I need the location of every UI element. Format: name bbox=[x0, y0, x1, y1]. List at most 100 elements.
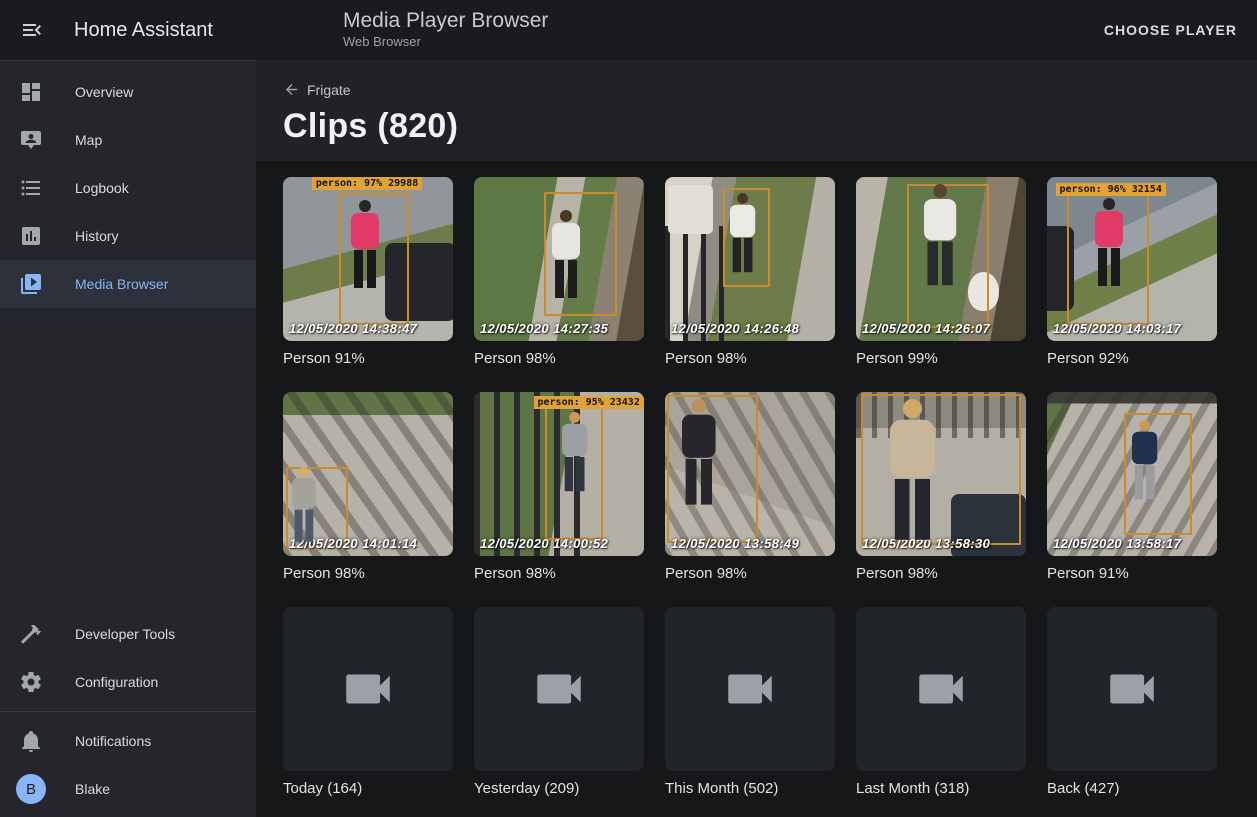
clips-grid: person: 97% 29988 12/05/2020 14:38:47 Pe… bbox=[256, 161, 1257, 817]
sidebar-item-overview[interactable]: Overview bbox=[0, 68, 256, 116]
clip-card[interactable]: person: 97% 29988 12/05/2020 14:38:47 Pe… bbox=[283, 177, 453, 367]
person-figure bbox=[552, 210, 580, 298]
clip-timestamp: 12/05/2020 14:03:17 bbox=[1053, 321, 1181, 336]
clip-card[interactable]: 12/05/2020 13:58:49 Person 98% bbox=[665, 392, 835, 582]
sidebar-item-profile[interactable]: B Blake bbox=[0, 765, 256, 813]
folder-card-back[interactable]: Back (427) bbox=[1047, 607, 1217, 797]
clip-caption: Person 98% bbox=[474, 350, 644, 367]
sidebar-divider bbox=[0, 711, 256, 712]
clip-caption: Person 99% bbox=[856, 350, 1026, 367]
sidebar-item-label: Map bbox=[75, 132, 102, 148]
folder-card-last-month[interactable]: Last Month (318) bbox=[856, 607, 1026, 797]
clip-caption: Person 98% bbox=[283, 565, 453, 582]
clip-card[interactable]: 12/05/2020 14:26:07 Person 99% bbox=[856, 177, 1026, 367]
bell-icon bbox=[19, 729, 43, 753]
clip-card[interactable]: 12/05/2020 14:27:35 Person 98% bbox=[474, 177, 644, 367]
clip-caption: Person 98% bbox=[856, 565, 1026, 582]
sidebar-item-map[interactable]: Map bbox=[0, 116, 256, 164]
clip-card[interactable]: 12/05/2020 13:58:17 Person 91% bbox=[1047, 392, 1217, 582]
detection-label: person: 97% 29988 bbox=[312, 177, 422, 190]
folder-card-this-month[interactable]: This Month (502) bbox=[665, 607, 835, 797]
sidebar: Overview Map Logbook History Media Brows… bbox=[0, 60, 256, 817]
person-figure bbox=[351, 200, 379, 288]
clip-thumbnail: 12/05/2020 13:58:30 bbox=[856, 392, 1026, 556]
clip-timestamp: 12/05/2020 14:26:48 bbox=[671, 321, 799, 336]
user-name: Blake bbox=[75, 781, 110, 797]
folder-label: Yesterday (209) bbox=[474, 780, 644, 797]
person-figure bbox=[730, 193, 755, 272]
choose-player-button[interactable]: CHOOSE PLAYER bbox=[1104, 22, 1237, 38]
clip-card[interactable]: 12/05/2020 14:01:14 Person 98% bbox=[283, 392, 453, 582]
clip-card[interactable]: person: 95% 23432 12/05/2020 14:00:52 Pe… bbox=[474, 392, 644, 582]
sidebar-toggle-button[interactable] bbox=[20, 18, 44, 42]
clip-caption: Person 98% bbox=[665, 350, 835, 367]
folder-card-yesterday[interactable]: Yesterday (209) bbox=[474, 607, 644, 797]
sidebar-item-label: Logbook bbox=[75, 180, 129, 196]
clip-timestamp: 12/05/2020 14:27:35 bbox=[480, 321, 608, 336]
person-figure bbox=[924, 184, 956, 285]
folder-thumbnail bbox=[1047, 607, 1217, 771]
clip-caption: Person 92% bbox=[1047, 350, 1217, 367]
folder-thumbnail bbox=[283, 607, 453, 771]
clip-thumbnail: person: 95% 23432 12/05/2020 14:00:52 bbox=[474, 392, 644, 556]
clip-timestamp: 12/05/2020 13:58:49 bbox=[671, 536, 799, 551]
media-player-subtitle: Web Browser bbox=[343, 34, 548, 49]
media-player-title: Media Player Browser bbox=[343, 9, 548, 33]
menu-open-icon bbox=[20, 18, 44, 42]
play-box-multiple-icon bbox=[19, 272, 43, 296]
sidebar-item-label: Overview bbox=[75, 84, 133, 100]
clip-timestamp: 12/05/2020 14:00:52 bbox=[480, 536, 608, 551]
folder-label: This Month (502) bbox=[665, 780, 835, 797]
clip-card[interactable]: 12/05/2020 13:58:30 Person 98% bbox=[856, 392, 1026, 582]
arrow-left-icon bbox=[283, 81, 300, 98]
sidebar-item-configuration[interactable]: Configuration bbox=[0, 658, 256, 706]
app-header: Home Assistant Media Player Browser Web … bbox=[0, 0, 1257, 60]
detection-label: person: 96% 32154 bbox=[1056, 183, 1166, 196]
sidebar-item-developer-tools[interactable]: Developer Tools bbox=[0, 610, 256, 658]
breadcrumb-label: Frigate bbox=[307, 82, 351, 98]
person-figure bbox=[562, 412, 587, 491]
clip-caption: Person 91% bbox=[283, 350, 453, 367]
sidebar-item-logbook[interactable]: Logbook bbox=[0, 164, 256, 212]
video-camera-icon bbox=[1103, 660, 1161, 718]
folder-thumbnail bbox=[856, 607, 1026, 771]
clip-thumbnail: person: 96% 32154 12/05/2020 14:03:17 bbox=[1047, 177, 1217, 341]
clip-card[interactable]: 12/05/2020 14:26:48 Person 98% bbox=[665, 177, 835, 367]
list-bulleted-icon bbox=[19, 176, 43, 200]
clip-thumbnail: 12/05/2020 14:26:48 bbox=[665, 177, 835, 341]
content-header: Frigate Clips (820) bbox=[256, 60, 1257, 161]
sidebar-item-label: Developer Tools bbox=[75, 626, 175, 642]
video-camera-icon bbox=[339, 660, 397, 718]
folder-label: Back (427) bbox=[1047, 780, 1217, 797]
video-camera-icon bbox=[530, 660, 588, 718]
sidebar-item-history[interactable]: History bbox=[0, 212, 256, 260]
person-figure bbox=[682, 399, 716, 505]
breadcrumb-back[interactable]: Frigate bbox=[283, 81, 351, 98]
sidebar-item-label: Notifications bbox=[75, 733, 151, 749]
sidebar-nav: Overview Map Logbook History Media Brows… bbox=[0, 61, 256, 308]
detection-label: person: 95% 23432 bbox=[534, 396, 644, 409]
app-title: Home Assistant bbox=[74, 19, 213, 42]
clip-caption: Person 98% bbox=[474, 565, 644, 582]
chart-box-icon bbox=[19, 224, 43, 248]
video-camera-icon bbox=[912, 660, 970, 718]
sidebar-item-notifications[interactable]: Notifications bbox=[0, 717, 256, 765]
page-title: Clips (820) bbox=[283, 107, 1257, 146]
clip-thumbnail: person: 97% 29988 12/05/2020 14:38:47 bbox=[283, 177, 453, 341]
dashboard-icon bbox=[19, 80, 43, 104]
folder-card-today[interactable]: Today (164) bbox=[283, 607, 453, 797]
media-player-heading: Media Player Browser Web Browser bbox=[343, 9, 548, 49]
sidebar-item-media-browser[interactable]: Media Browser bbox=[0, 260, 256, 308]
clip-timestamp: 12/05/2020 14:26:07 bbox=[862, 321, 990, 336]
sidebar-item-label: Configuration bbox=[75, 674, 158, 690]
sidebar-footer: Developer Tools Configuration Notificati… bbox=[0, 610, 256, 813]
clip-card[interactable]: person: 96% 32154 12/05/2020 14:03:17 Pe… bbox=[1047, 177, 1217, 367]
folder-label: Last Month (318) bbox=[856, 780, 1026, 797]
garage-shape bbox=[668, 185, 712, 234]
clip-thumbnail: 12/05/2020 13:58:17 bbox=[1047, 392, 1217, 556]
clip-caption: Person 91% bbox=[1047, 565, 1217, 582]
folder-label: Today (164) bbox=[283, 780, 453, 797]
clip-caption: Person 98% bbox=[665, 565, 835, 582]
folder-thumbnail bbox=[474, 607, 644, 771]
person-figure bbox=[890, 399, 935, 540]
